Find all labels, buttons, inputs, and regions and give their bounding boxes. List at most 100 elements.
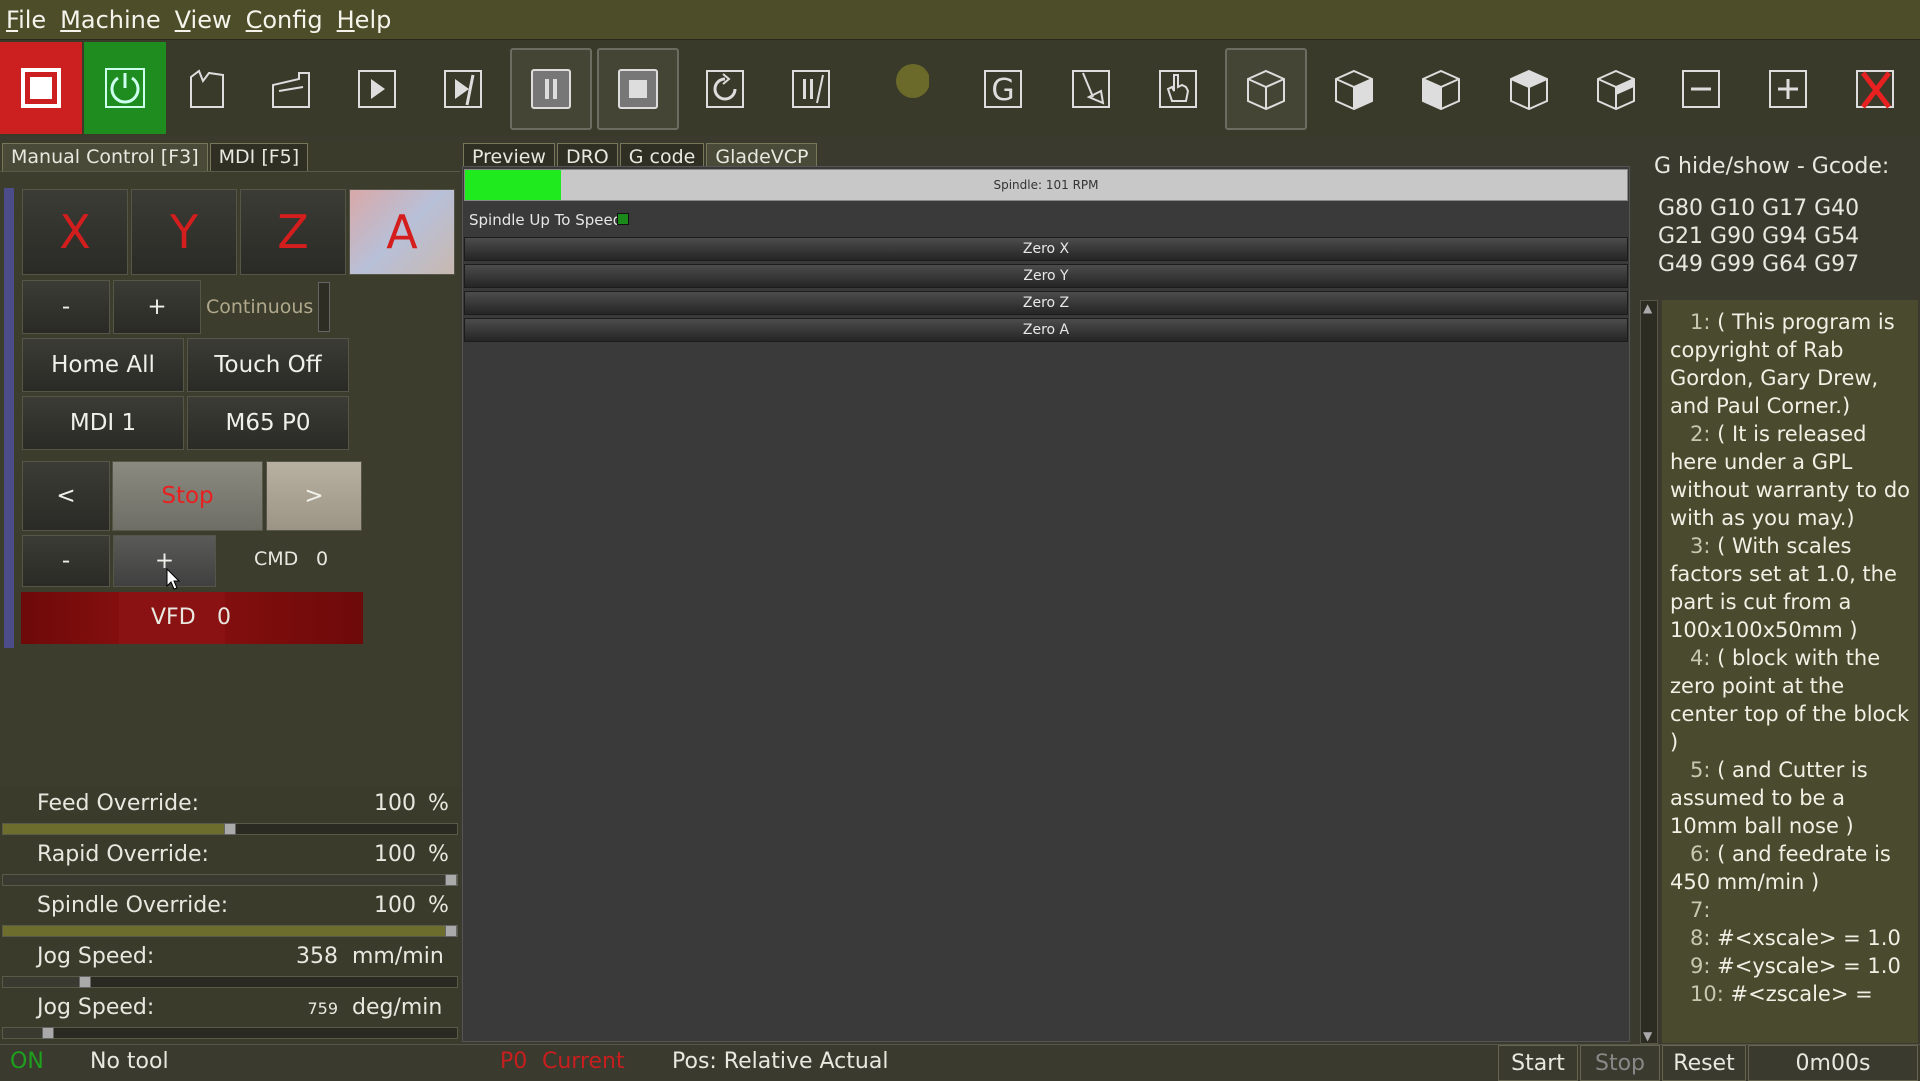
spindle-speed-minus-button[interactable]: - <box>22 535 110 587</box>
plus-icon <box>1769 70 1807 108</box>
jog-increment-select[interactable]: Continuous <box>206 296 313 318</box>
optional-stop-icon <box>792 70 830 108</box>
program-scrollbar[interactable]: ▲ ▼ <box>1640 300 1658 1044</box>
jog-speed-linear-slider[interactable] <box>2 976 458 988</box>
menu-help[interactable]: Help <box>337 6 392 34</box>
cube-z2-icon <box>1597 69 1635 111</box>
rapid-override-row: Rapid Override: 100 % <box>0 842 460 872</box>
slider-knob[interactable] <box>224 823 236 835</box>
program-line: 3: ( With scales factors set at 1.0, the… <box>1670 534 1897 642</box>
start-button[interactable]: Start <box>1498 1045 1578 1081</box>
slider-knob[interactable] <box>42 1027 55 1039</box>
stop-button[interactable]: Stop <box>1580 1045 1660 1081</box>
feed-override-label: Feed Override: <box>37 791 200 816</box>
active-gcodes: G80 G10 G17 G40 G21 G90 G94 G54 G49 G99 … <box>1658 195 1859 279</box>
reload-file-button[interactable] <box>250 48 332 130</box>
touch-off-button[interactable]: Touch Off <box>187 338 349 392</box>
tab-manual-control[interactable]: Manual Control [F3] <box>2 143 208 171</box>
step-button[interactable] <box>422 48 504 130</box>
run-button[interactable] <box>336 48 418 130</box>
clear-backplot-button[interactable] <box>1050 48 1132 130</box>
view-z2-button[interactable] <box>1575 48 1657 130</box>
spindle-override-unit: % <box>428 893 449 918</box>
run-from-line-icon <box>706 70 744 108</box>
view-perspective-button[interactable] <box>1225 48 1307 130</box>
spindle-speed-plus-button[interactable]: + <box>113 535 216 587</box>
stop-icon <box>618 69 658 109</box>
menu-config[interactable]: Config <box>246 6 323 34</box>
chevron-down-icon[interactable] <box>318 282 330 332</box>
cmd-label: CMD <box>254 548 299 570</box>
jog-speed-angular-slider[interactable] <box>2 1027 458 1039</box>
touchscreen-button[interactable] <box>1137 48 1219 130</box>
spindle-reverse-button[interactable]: < <box>22 461 110 531</box>
spindle-stop-button[interactable]: Stop <box>112 461 263 531</box>
spindle-up-to-speed-label: Spindle Up To Speed <box>469 211 623 229</box>
tab-mdi[interactable]: MDI [F5] <box>209 143 309 171</box>
view-z-button[interactable] <box>1488 48 1570 130</box>
spindle-rpm-text: Spindle: 101 RPM <box>993 178 1099 192</box>
stop-program-button[interactable] <box>597 48 679 130</box>
spindle-override-slider[interactable] <box>2 925 458 937</box>
view-y-button[interactable] <box>1400 48 1482 130</box>
slider-knob[interactable] <box>445 874 457 886</box>
jog-plus-button[interactable]: + <box>113 280 201 334</box>
broom-icon <box>1072 70 1110 108</box>
open-file-button[interactable] <box>166 48 248 130</box>
menu-file[interactable]: File <box>6 6 46 34</box>
optional-stop-button[interactable] <box>770 48 852 130</box>
run-from-line-button[interactable] <box>684 48 766 130</box>
jog-speed-linear-label: Jog Speed: <box>37 944 155 969</box>
jog-minus-button[interactable]: - <box>22 280 110 334</box>
scroll-down-icon[interactable]: ▼ <box>1643 1029 1652 1043</box>
spindle-forward-button[interactable]: > <box>266 461 362 531</box>
slider-knob[interactable] <box>78 976 91 988</box>
estop-button[interactable] <box>0 42 82 134</box>
vfd-label: VFD <box>151 605 196 630</box>
rapid-override-value: 100 <box>374 842 416 867</box>
zero-x-button[interactable]: Zero X <box>464 237 1628 261</box>
elapsed-time: 0m00s <box>1748 1045 1918 1081</box>
program-line: 10: #<zscale> = <box>1690 982 1873 1006</box>
rapid-override-slider[interactable] <box>2 874 458 886</box>
vfd-value: 0 <box>217 605 231 630</box>
axis-y-button[interactable]: Y <box>131 189 237 275</box>
program-text[interactable]: 1: ( This program is copyright of Rab Go… <box>1662 300 1918 1043</box>
pause-icon <box>531 69 571 109</box>
axis-z-button[interactable]: Z <box>240 189 346 275</box>
menu-bar: File Machine View Config Help <box>0 0 1920 40</box>
m65-button[interactable]: M65 P0 <box>187 396 349 450</box>
mdi1-button[interactable]: MDI 1 <box>22 396 184 450</box>
gcode-toggle-button[interactable]: G <box>962 48 1044 130</box>
zero-a-button[interactable]: Zero A <box>464 318 1628 342</box>
feed-override-slider[interactable] <box>2 823 458 835</box>
program-line: 1: ( This program is copyright of Rab Go… <box>1670 310 1895 418</box>
zero-y-button[interactable]: Zero Y <box>464 264 1628 288</box>
block-delete-button[interactable] <box>860 48 942 130</box>
menu-machine[interactable]: Machine <box>60 6 160 34</box>
menu-view[interactable]: View <box>175 6 232 34</box>
view-x-button[interactable] <box>1313 48 1395 130</box>
slider-knob[interactable] <box>445 925 457 937</box>
axis-a-button[interactable]: A <box>349 189 455 275</box>
jog-speed-angular-value: 759 <box>307 999 338 1018</box>
clear-live-plot-button[interactable] <box>1834 48 1916 130</box>
close-icon <box>1856 70 1894 109</box>
feed-override-value: 100 <box>374 791 416 816</box>
zero-z-button[interactable]: Zero Z <box>464 291 1628 315</box>
home-all-button[interactable]: Home All <box>22 338 184 392</box>
status-dot-icon <box>896 64 929 98</box>
vfd-display: VFD 0 <box>21 592 363 644</box>
reset-button[interactable]: Reset <box>1662 1045 1746 1081</box>
play-icon <box>358 70 396 108</box>
pause-button[interactable] <box>510 48 592 130</box>
scroll-up-icon[interactable]: ▲ <box>1643 301 1652 315</box>
spindle-override-row: Spindle Override: 100 % <box>0 893 460 923</box>
axis-x-button[interactable]: X <box>22 189 128 275</box>
zoom-out-button[interactable] <box>1660 48 1742 130</box>
machine-power-button[interactable] <box>84 42 166 134</box>
open-file-icon <box>190 69 224 108</box>
zoom-in-button[interactable] <box>1747 48 1829 130</box>
feed-override-unit: % <box>428 791 449 816</box>
program-line: 4: ( block with the zero point at the ce… <box>1670 646 1910 754</box>
